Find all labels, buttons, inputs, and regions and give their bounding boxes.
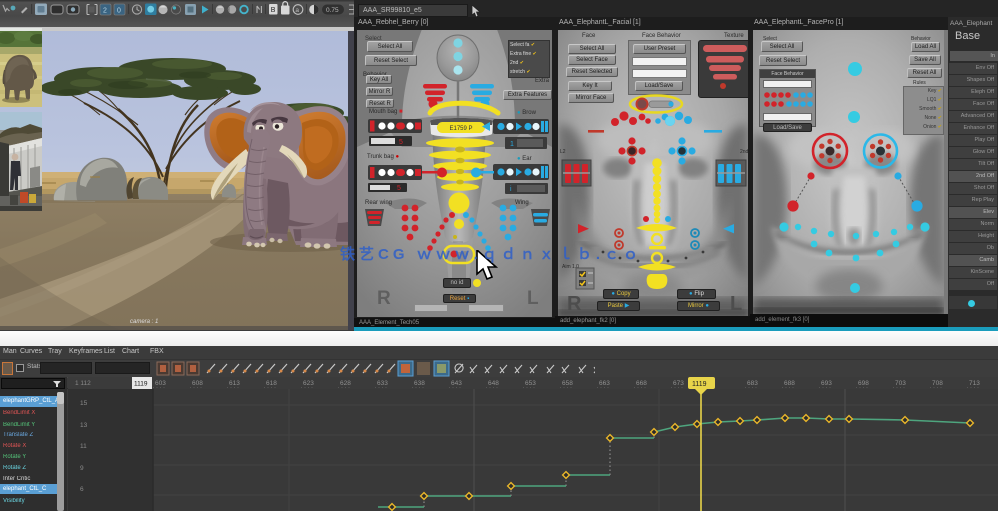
- svg-text:a: a: [295, 7, 299, 14]
- svg-text:1119: 1119: [692, 381, 707, 388]
- svg-text:5: 5: [399, 139, 403, 146]
- svg-text:B: B: [271, 7, 276, 14]
- svg-text:5: 5: [397, 185, 401, 192]
- svg-text:0.75: 0.75: [326, 7, 339, 14]
- svg-text:2: 2: [103, 8, 107, 15]
- svg-text:0: 0: [117, 8, 121, 15]
- svg-text:1: 1: [510, 141, 514, 148]
